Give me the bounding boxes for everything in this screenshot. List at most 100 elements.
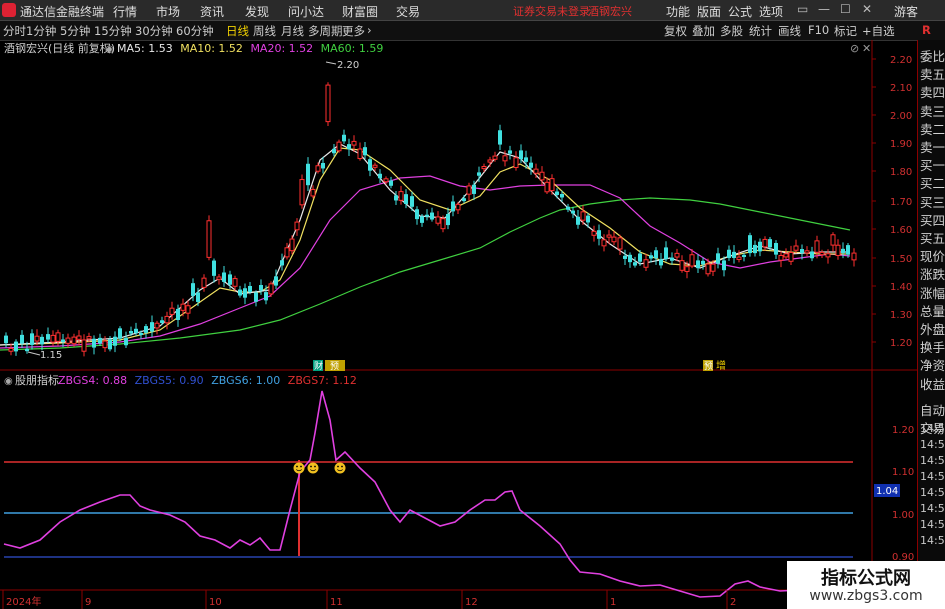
quote-row-label: 委比 <box>920 49 945 64</box>
candle-body <box>389 180 393 186</box>
settings-circle-icon[interactable]: ◉ <box>105 44 114 55</box>
ma60-line <box>0 197 851 351</box>
candle-body <box>748 235 752 254</box>
ma5-label: MA5: 1.53 <box>117 42 173 55</box>
close-pane-icon[interactable]: ✕ <box>862 42 871 55</box>
candle-body <box>689 254 695 267</box>
price-tick-label: 1.60 <box>890 225 912 236</box>
candle-body <box>306 163 310 186</box>
add-watchlist-button[interactable]: +自选 <box>862 23 895 39</box>
candle-body <box>206 220 212 258</box>
menu-gongshi[interactable]: 公式 <box>728 3 752 20</box>
biaoji-button[interactable]: 标记 <box>834 23 857 39</box>
tongji-button[interactable]: 统计 <box>749 23 772 39</box>
quote-row-label: 买三 <box>920 194 945 210</box>
login-warning[interactable]: 证券交易未登录 <box>513 3 590 19</box>
candle-body <box>55 332 61 342</box>
trade-time: 14:56 <box>920 422 945 435</box>
tf-60min[interactable]: 60分钟 <box>176 23 214 39</box>
menu-shichang[interactable]: 市场 <box>156 3 180 20</box>
candle-body <box>684 266 690 272</box>
menu-hangqing[interactable]: 行情 <box>113 3 137 20</box>
switch-icon[interactable]: ⊘ <box>850 42 859 55</box>
candle-body <box>481 166 487 170</box>
candle-body <box>139 332 143 335</box>
candle-body <box>762 238 768 248</box>
quote-row-label: 涨幅 <box>920 285 945 301</box>
tf-15min[interactable]: 15分钟 <box>94 23 132 39</box>
date-tick-label: 11 <box>330 597 343 608</box>
tf-fenshi[interactable]: 分时 <box>3 23 26 39</box>
candle-body <box>332 148 336 154</box>
menu-caifuquan[interactable]: 财富圈 <box>342 3 378 20</box>
candle-body <box>363 147 367 156</box>
candle-body <box>420 216 424 223</box>
duogu-button[interactable]: 多股 <box>720 23 743 39</box>
candle-body <box>513 157 519 168</box>
tf-5min[interactable]: 5分钟 <box>60 23 90 39</box>
kline-chart[interactable]: 酒钢宏兴(日线 前复权) ◉ MA5: 1.53 MA10: 1.52 MA20… <box>0 40 945 609</box>
tf-multi[interactable]: 多周期 <box>308 23 343 39</box>
candle-body <box>40 336 44 345</box>
tf-30min[interactable]: 30分钟 <box>135 23 173 39</box>
trade-time: 14:56 <box>920 438 945 451</box>
candle-body <box>113 336 117 346</box>
menu-gongneng[interactable]: 功能 <box>666 3 690 20</box>
low-marker-line <box>27 351 41 356</box>
candle-body <box>502 155 508 162</box>
menu-xuanxiang[interactable]: 选项 <box>759 3 783 20</box>
menu-jiaoyi[interactable]: 交易 <box>396 3 420 20</box>
huaxian-button[interactable]: 画线 <box>778 23 801 39</box>
zbgs4-label: ZBGS4: 0.88 <box>58 374 127 387</box>
tf-monthly[interactable]: 月线 <box>281 23 304 39</box>
fuquan-button[interactable]: 复权 <box>664 23 687 39</box>
candle-body <box>398 191 404 201</box>
candle-body <box>571 210 575 214</box>
candle-body <box>185 305 191 314</box>
indicator-settings-icon[interactable]: ◉ <box>4 376 13 387</box>
candle-body <box>108 339 112 350</box>
candle-body <box>477 172 481 176</box>
menu-banmian[interactable]: 版面 <box>697 3 721 20</box>
tf-more[interactable]: 更多 <box>342 23 365 39</box>
menu-zixun[interactable]: 资讯 <box>200 3 224 20</box>
menu-wenxiaoda[interactable]: 问小达 <box>288 3 324 20</box>
candle-body <box>61 339 65 342</box>
candle-body <box>819 251 825 256</box>
candle-body <box>14 341 18 352</box>
candle-body <box>664 247 668 260</box>
quote-row-label: 卖四 <box>920 85 945 101</box>
candle-body <box>336 141 342 152</box>
indicator-tick-label: 1.20 <box>892 425 914 436</box>
close-icon[interactable]: ✕ <box>862 2 872 16</box>
candle-body <box>633 262 637 266</box>
candle-body <box>753 244 757 254</box>
f10-button[interactable]: F10 <box>808 23 829 37</box>
date-tick-label: 10 <box>209 597 222 608</box>
tf-weekly[interactable]: 周线 <box>253 23 276 39</box>
chevron-right-icon[interactable]: › <box>367 23 372 37</box>
candle-body <box>825 253 831 258</box>
tf-daily[interactable]: 日线 <box>226 23 249 39</box>
candle-body <box>201 277 207 288</box>
candle-body <box>539 171 545 181</box>
maximize-icon[interactable]: ☐ <box>840 2 851 16</box>
candle-body <box>638 253 642 262</box>
candle-body <box>716 253 720 264</box>
ma10-label: MA10: 1.52 <box>180 42 243 55</box>
r-badge[interactable]: R <box>922 23 931 37</box>
minimize-icon[interactable]: — <box>818 2 830 16</box>
candle-body <box>216 276 222 280</box>
candlesticks <box>4 82 857 357</box>
menu-faxian[interactable]: 发现 <box>245 3 269 20</box>
quote-row-label[interactable]: 自动 <box>920 400 945 419</box>
candle-body <box>710 263 716 272</box>
candle-body <box>611 236 617 243</box>
guest-label[interactable]: 游客 <box>894 3 918 20</box>
tf-1min[interactable]: 1分钟 <box>26 23 56 39</box>
restore-icon[interactable]: ▭ <box>797 2 808 16</box>
quote-row-label: 总量 <box>920 303 945 319</box>
diejia-button[interactable]: 叠加 <box>692 23 715 39</box>
low-marker: 1.15 <box>40 350 62 361</box>
candle-body <box>259 285 263 291</box>
